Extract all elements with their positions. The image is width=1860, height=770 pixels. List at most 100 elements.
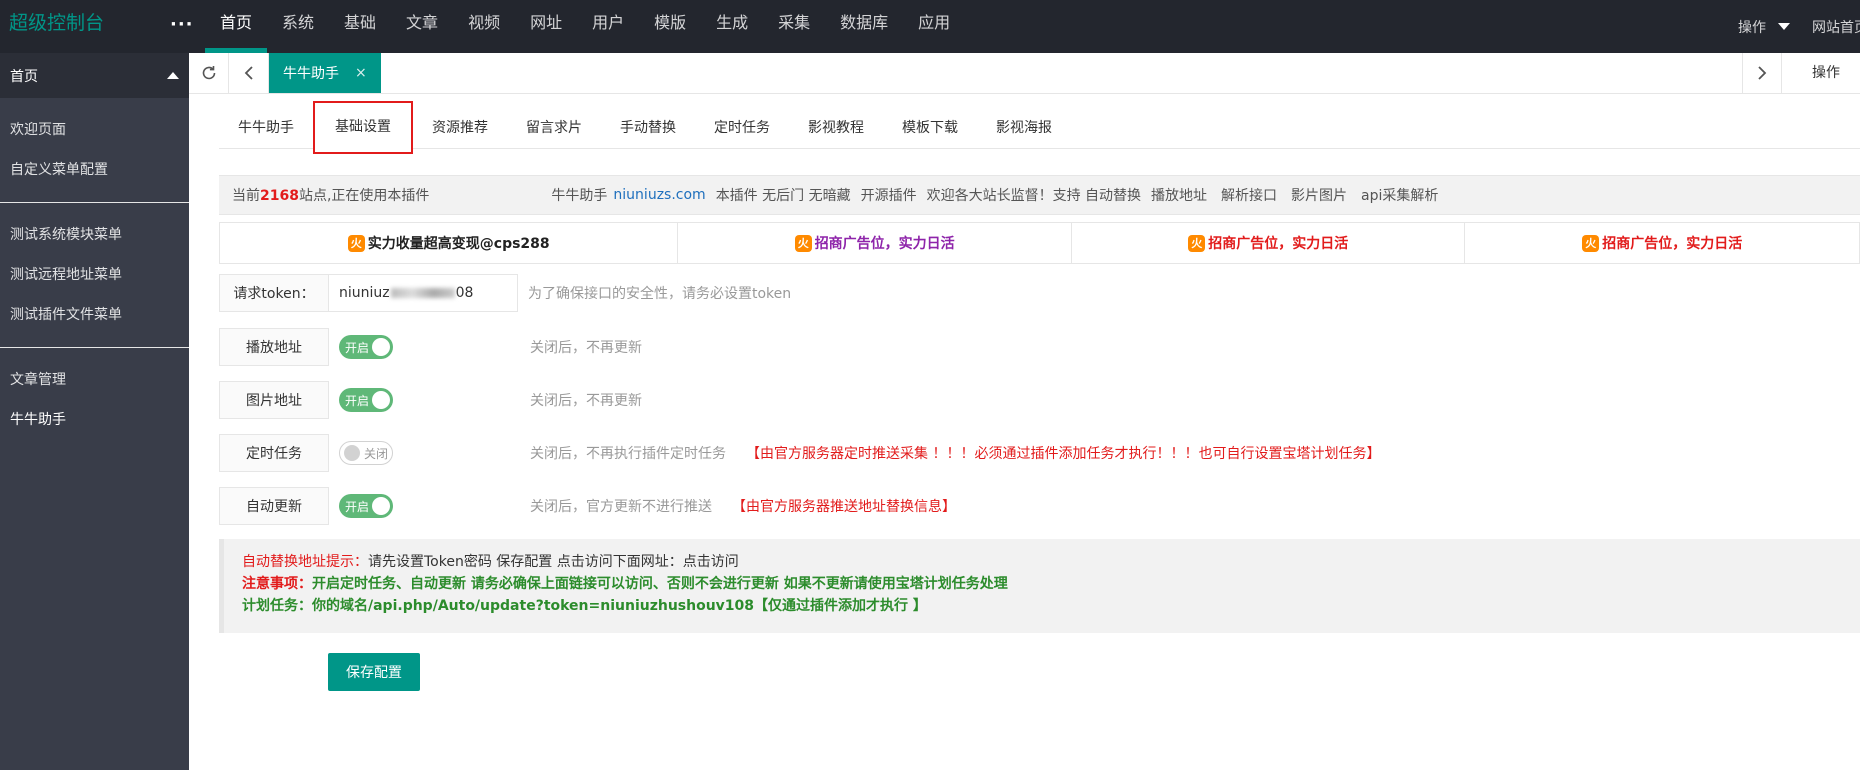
caret-up-icon — [167, 72, 179, 79]
top-nav-generate[interactable]: 生成 — [701, 0, 763, 53]
cron-hint: 关闭后，不再执行插件定时任务 — [530, 446, 726, 462]
brand-site-link[interactable]: niuniuzs.com — [613, 187, 705, 203]
token-redacted — [390, 288, 455, 298]
ad-slot[interactable]: 火实力收量超高变现@cps288 — [220, 223, 679, 263]
top-right-menu: 操作 网站首页 — [1738, 0, 1860, 53]
brand-text: 牛牛助手 — [551, 188, 608, 204]
chevron-right-icon[interactable] — [1742, 53, 1782, 93]
switch-knob — [372, 338, 390, 356]
info-tag: 本插件 无后门 无暗藏 — [715, 188, 851, 204]
info-tag: 开源插件 — [860, 188, 917, 204]
info-tag: 播放地址 — [1151, 188, 1208, 204]
cron-row: 定时任务 关闭 关闭后，不再执行插件定时任务 【由官方服务器定时推送采集 ！！！… — [219, 434, 1380, 472]
ad-slot[interactable]: 火招商广告位，实力日活 — [678, 223, 1072, 263]
play-label: 播放地址 — [219, 328, 329, 366]
plugin-info-bar: 当前2168站点,正在使用本插件 牛牛助手 niuniuzs.com 本插件 无… — [219, 175, 1860, 215]
tab-template-download[interactable]: 模板下载 — [883, 108, 977, 149]
cron-label: 定时任务 — [219, 434, 329, 472]
note-line: 计划任务：你的域名/api.php/Auto/update?token=niun… — [242, 598, 927, 614]
sidebar-item-niuniu[interactable]: 牛牛助手 — [0, 400, 189, 440]
top-nav-article[interactable]: 文章 — [391, 0, 453, 53]
more-icon[interactable]: ··· — [170, 14, 194, 36]
top-nav-system[interactable]: 系统 — [267, 0, 329, 53]
chevron-left-icon[interactable] — [229, 53, 269, 93]
notes-box: 自动替换地址提示：请先设置Token密码 保存配置 点击访问下面网址：点击访问 … — [219, 539, 1860, 633]
top-ops-dropdown[interactable]: 操作 — [1738, 17, 1790, 37]
info-tag: 解析接口 — [1221, 188, 1278, 204]
ad-text: 招商广告位，实力日活 — [814, 236, 955, 252]
tab-movie-poster[interactable]: 影视海报 — [977, 108, 1071, 149]
sidebar-item-welcome[interactable]: 欢迎页面 — [0, 110, 189, 150]
token-label: 请求token： — [219, 274, 329, 312]
play-switch[interactable]: 开启 — [339, 335, 393, 359]
refresh-icon[interactable] — [189, 53, 229, 93]
save-config-button[interactable]: 保存配置 — [328, 653, 420, 691]
fire-icon: 火 — [794, 234, 812, 252]
tab-niuniu[interactable]: 牛牛助手 × — [269, 53, 381, 93]
tab-resource-recommend[interactable]: 资源推荐 — [413, 108, 507, 149]
auto-label: 自动更新 — [219, 487, 329, 525]
app-logo[interactable]: 超级控制台 — [9, 10, 104, 36]
ad-slot[interactable]: 火招商广告位，实力日活 — [1072, 223, 1466, 263]
tab-basic-settings[interactable]: 基础设置 — [313, 101, 413, 154]
tab-niuniu-label: 牛牛助手 — [283, 66, 339, 82]
top-nav-apps[interactable]: 应用 — [903, 0, 965, 53]
sidebar: 首页 欢迎页面 自定义菜单配置 测试系统模块菜单 测试远程地址菜单 测试插件文件… — [0, 53, 189, 770]
fire-icon: 火 — [1582, 234, 1600, 252]
top-ops-label: 操作 — [1738, 19, 1766, 36]
ad-row: 火实力收量超高变现@cps288 火招商广告位，实力日活 火招商广告位，实力日活… — [219, 222, 1860, 264]
token-hint: 为了确保接口的安全性，请务必设置token — [528, 286, 792, 302]
pic-switch[interactable]: 开启 — [339, 388, 393, 412]
top-nav-collect[interactable]: 采集 — [763, 0, 825, 53]
top-nav-basic[interactable]: 基础 — [329, 0, 391, 53]
info-tag: 影片图片 — [1291, 188, 1348, 204]
sidebar-item-test-module[interactable]: 测试系统模块菜单 — [0, 215, 189, 255]
main-content: 牛牛助手 基础设置 资源推荐 留言求片 手动替换 定时任务 影视教程 模板下载 … — [189, 94, 1860, 770]
sidebar-item-custom-menu[interactable]: 自定义菜单配置 — [0, 150, 189, 190]
token-input[interactable]: niuniuz 08 — [329, 274, 518, 312]
pic-hint: 关闭后，不再更新 — [530, 393, 642, 409]
ad-slot[interactable]: 火招商广告位，实力日活 — [1465, 223, 1859, 263]
top-nav-url[interactable]: 网址 — [515, 0, 577, 53]
auto-warning: 【由官方服务器推送地址替换信息】 — [732, 499, 956, 515]
switch-knob — [344, 445, 360, 461]
sidebar-item-test-plugin[interactable]: 测试插件文件菜单 — [0, 295, 189, 335]
info-tag: api采集解析 — [1361, 188, 1439, 204]
site-home-link[interactable]: 网站首页 — [1812, 17, 1860, 37]
close-icon[interactable]: × — [355, 65, 367, 81]
sidebar-item-test-remote[interactable]: 测试远程地址菜单 — [0, 255, 189, 295]
sidebar-group-label: 首页 — [10, 68, 38, 85]
caret-down-icon — [1778, 23, 1790, 30]
switch-knob — [372, 497, 390, 515]
ad-text: 实力收量超高变现@cps288 — [367, 236, 550, 252]
top-nav-user[interactable]: 用户 — [577, 0, 639, 53]
site-count-text: 当前2168站点,正在使用本插件 — [232, 188, 430, 204]
cron-switch[interactable]: 关闭 — [339, 441, 393, 465]
top-header: 超级控制台 ··· 首页 系统 基础 文章 视频 网址 用户 模版 生成 采集 … — [0, 0, 1860, 53]
tab-scheduled-task[interactable]: 定时任务 — [695, 108, 789, 149]
note-line: 注意事项：开启定时任务、自动更新 请务必确保上面链接可以访问、否则不会进行更新 … — [242, 576, 1008, 592]
ad-text: 招商广告位，实力日活 — [1602, 236, 1743, 252]
switch-knob — [372, 391, 390, 409]
top-nav-template[interactable]: 模版 — [639, 0, 701, 53]
tab-manual-replace[interactable]: 手动替换 — [601, 108, 695, 149]
auto-switch[interactable]: 开启 — [339, 494, 393, 518]
tab-ops-dropdown[interactable]: 操作 — [1782, 53, 1860, 93]
token-row: 请求token： niuniuz 08 为了确保接口的安全性，请务必设置token — [219, 274, 791, 312]
top-nav-database[interactable]: 数据库 — [825, 0, 903, 53]
note-line: 自动替换地址提示：请先设置Token密码 保存配置 点击访问下面网址：点击访问 — [242, 554, 739, 570]
tab-niuniu-helper[interactable]: 牛牛助手 — [219, 108, 313, 149]
tab-bar: 牛牛助手 × 操作 — [189, 53, 1860, 94]
sidebar-item-articles[interactable]: 文章管理 — [0, 360, 189, 400]
fire-icon: 火 — [347, 234, 365, 252]
cron-warning: 【由官方服务器定时推送采集 ！！！必须通过插件添加任务才执行！！！也可自行设置宝… — [746, 446, 1381, 462]
top-nav-video[interactable]: 视频 — [453, 0, 515, 53]
play-row: 播放地址 开启 关闭后，不再更新 — [219, 328, 642, 366]
auto-hint: 关闭后，官方更新不进行推送 — [530, 499, 712, 515]
tab-request-movie[interactable]: 留言求片 — [507, 108, 601, 149]
tab-video-tutorial[interactable]: 影视教程 — [789, 108, 883, 149]
settings-tabs: 牛牛助手 基础设置 资源推荐 留言求片 手动替换 定时任务 影视教程 模板下载 … — [219, 101, 1860, 154]
ad-text: 招商广告位，实力日活 — [1208, 236, 1349, 252]
top-nav-home[interactable]: 首页 — [205, 0, 268, 53]
sidebar-group-home[interactable]: 首页 — [0, 53, 189, 98]
